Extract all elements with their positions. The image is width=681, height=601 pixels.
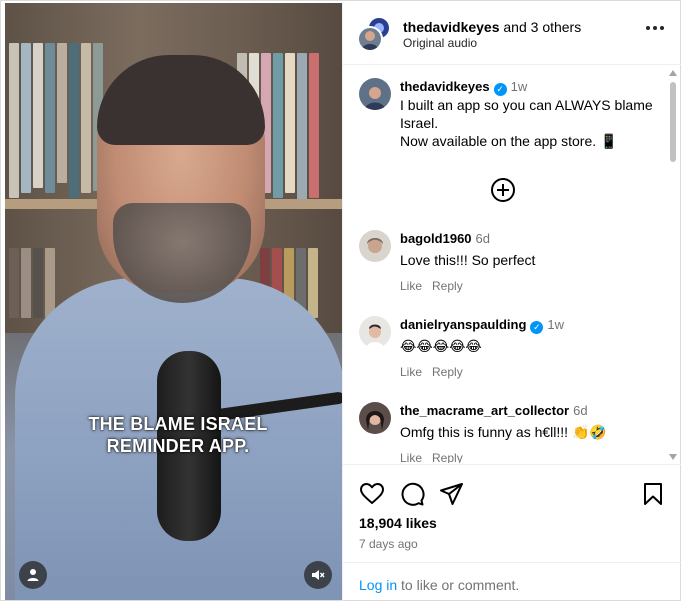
post-date[interactable]: 7 days ago xyxy=(359,537,418,551)
author-avatar xyxy=(357,26,383,52)
video-caption: THE BLAME ISRAEL REMINDER APP. xyxy=(83,413,273,457)
verified-icon: ✓ xyxy=(493,83,507,96)
comment-text: Omfg this is funny as h€ll!!! 👏🤣 xyxy=(400,424,607,440)
action-bar xyxy=(359,481,666,507)
audio-link[interactable]: Original audio xyxy=(403,36,477,50)
profile-tag-button[interactable] xyxy=(19,561,47,589)
load-more-icon[interactable] xyxy=(491,178,515,202)
collab-avatars[interactable] xyxy=(357,16,391,52)
heart-icon xyxy=(360,483,384,504)
comment-text: Love this!!! So perfect xyxy=(400,252,536,268)
comment-time[interactable]: 1w xyxy=(547,317,564,332)
reel-video[interactable]: THE BLAME ISRAEL REMINDER APP. xyxy=(5,3,342,600)
scroll-down-icon[interactable] xyxy=(669,454,677,460)
mute-icon xyxy=(312,570,325,580)
header-collab-link[interactable]: and 3 others xyxy=(500,19,581,35)
comment-button[interactable] xyxy=(399,481,425,507)
comment-username[interactable]: the_macrame_art_collector xyxy=(400,403,569,418)
more-icon[interactable] xyxy=(646,26,664,30)
comment-time[interactable]: 6d xyxy=(573,403,587,418)
avatar[interactable] xyxy=(359,316,391,348)
login-link[interactable]: Log in xyxy=(359,577,397,593)
scroll-up-icon[interactable] xyxy=(669,70,677,76)
comment-like-button[interactable]: Like xyxy=(400,451,422,463)
comment-username[interactable]: danielryanspaulding xyxy=(400,317,526,332)
likes-count[interactable]: 18,904 likes xyxy=(359,515,437,531)
share-button[interactable] xyxy=(439,481,465,507)
caption-line1: I built an app so you can ALWAYS blame xyxy=(400,97,653,113)
avatar[interactable] xyxy=(359,78,391,110)
header-author-line: thedavidkeyes and 3 others xyxy=(403,18,581,36)
caption-line3: Now available on the app store. 📱 xyxy=(400,133,618,149)
mute-button[interactable] xyxy=(304,561,332,589)
comment-text: 😂😂😂😂😂 xyxy=(400,338,482,354)
header-author-link[interactable]: thedavidkeyes xyxy=(403,19,500,35)
post-header: thedavidkeyes and 3 others Original audi… xyxy=(343,2,681,65)
post-sidebar: thedavidkeyes and 3 others Original audi… xyxy=(342,2,681,601)
comment-username[interactable]: bagold1960 xyxy=(400,231,472,246)
caption-line2: Israel. xyxy=(400,115,439,131)
save-button[interactable] xyxy=(640,481,666,507)
avatar[interactable] xyxy=(359,402,391,434)
scroll-thumb[interactable] xyxy=(670,82,676,162)
comment-icon xyxy=(401,482,425,506)
login-prompt: Log in to like or comment. xyxy=(343,562,681,601)
login-prompt-text: to like or comment. xyxy=(397,577,520,593)
verified-icon: ✓ xyxy=(530,321,544,334)
comment-reply-button[interactable]: Reply xyxy=(432,279,463,293)
profile-icon xyxy=(27,569,39,581)
avatar[interactable] xyxy=(359,230,391,262)
comment-like-button[interactable]: Like xyxy=(400,365,422,379)
like-button[interactable] xyxy=(359,481,385,507)
share-icon xyxy=(440,483,463,505)
video-caption-line2: REMINDER APP. xyxy=(106,436,250,456)
comment-like-button[interactable]: Like xyxy=(400,279,422,293)
comment-time[interactable]: 6d xyxy=(476,231,490,246)
comment-reply-button[interactable]: Reply xyxy=(432,451,463,463)
caption-time[interactable]: 1w xyxy=(511,79,528,94)
comments-scrollbar[interactable] xyxy=(669,68,677,462)
bookmark-icon xyxy=(644,483,662,505)
post-footer: 18,904 likes 7 days ago Log in to like o… xyxy=(343,464,681,601)
caption-username[interactable]: thedavidkeyes xyxy=(400,79,490,94)
comment-reply-button[interactable]: Reply xyxy=(432,365,463,379)
post-modal: THE BLAME ISRAEL REMINDER APP. thedavidk… xyxy=(0,0,681,601)
comments-list[interactable]: thedavidkeyes ✓ 1w I built an app so you c… xyxy=(343,66,681,463)
video-caption-line1: THE BLAME ISRAEL xyxy=(88,414,268,434)
